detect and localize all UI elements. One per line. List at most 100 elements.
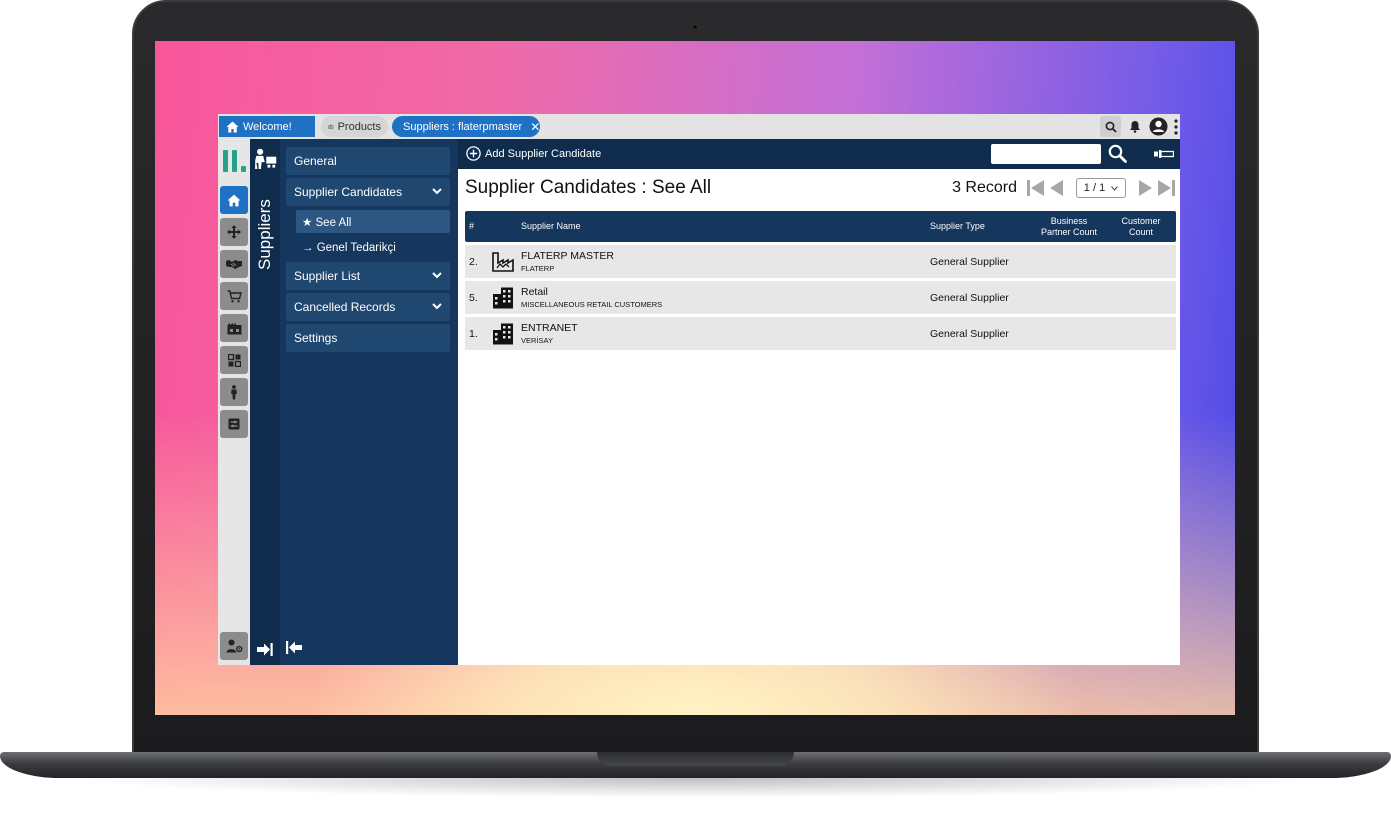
- more-vertical-icon: [1174, 118, 1178, 135]
- rail-warehouse-button[interactable]: [220, 314, 248, 342]
- filter-toggle-icon[interactable]: [1154, 148, 1174, 160]
- cart-icon: [227, 289, 242, 302]
- page-selector[interactable]: 1 / 1: [1076, 178, 1126, 198]
- supplier-name-cell: ENTRANET VERİSAY: [521, 317, 578, 350]
- header-text: Partner Count: [1040, 226, 1098, 237]
- main-content: Add Supplier Candidate Supplier Candidat…: [458, 139, 1180, 665]
- table-row[interactable]: 1. ENTRANET VERİSAY General Supplier: [465, 317, 1176, 350]
- prev-page-icon[interactable]: [1048, 180, 1064, 196]
- module-strip: Suppliers: [250, 139, 280, 665]
- first-page-icon[interactable]: [1027, 180, 1044, 196]
- table-header: # Supplier Name Supplier Type Business P…: [465, 211, 1176, 242]
- rail-partners-button[interactable]: [220, 250, 248, 278]
- plus-circle-icon: [466, 146, 481, 161]
- header-supplier-type[interactable]: Supplier Type: [930, 211, 985, 242]
- nav-label: Cancelled Records: [294, 300, 396, 314]
- rail-move-button[interactable]: [220, 218, 248, 246]
- nav-label: General: [294, 154, 337, 168]
- expand-icon[interactable]: [257, 643, 273, 656]
- notifications-button[interactable]: [1124, 116, 1145, 137]
- table-row[interactable]: 2. FLATERP MASTER FLATERP General Suppli…: [465, 245, 1176, 278]
- tab-welcome[interactable]: Welcome!: [219, 116, 315, 137]
- home-icon: [227, 194, 241, 206]
- more-menu-button[interactable]: [1172, 116, 1180, 137]
- building-icon: [492, 317, 514, 350]
- grid-icon: [227, 353, 241, 367]
- add-supplier-candidate-button[interactable]: Add Supplier Candidate: [466, 146, 601, 161]
- main-toolbar: Add Supplier Candidate: [458, 139, 1180, 169]
- supplier-name-cell: Retail MISCELLANEOUS RETAIL CUSTOMERS: [521, 281, 662, 314]
- tab-suppliers[interactable]: Suppliers : flaterpmaster ✕: [392, 116, 540, 137]
- supplier-name-cell: FLATERP MASTER FLATERP: [521, 245, 614, 278]
- global-search-button[interactable]: [1100, 116, 1121, 137]
- nav-general[interactable]: General: [286, 147, 450, 175]
- laptop-notch: [597, 752, 794, 766]
- nav-see-all[interactable]: ★ See All: [296, 210, 450, 233]
- header-text: Business: [1050, 215, 1088, 226]
- rail-person-button[interactable]: [220, 378, 248, 406]
- table-row[interactable]: 5. Retail MISCELLANEOUS RETAIL CUSTOMERS…: [465, 281, 1176, 314]
- suppliers-table: # Supplier Name Supplier Type Business P…: [465, 211, 1176, 350]
- supplier-icon: [255, 148, 277, 169]
- module-title: Suppliers: [255, 199, 274, 270]
- user-gear-icon: [226, 639, 242, 653]
- search-input[interactable]: [991, 144, 1101, 164]
- nav-label: → Genel Tedarikçi: [302, 241, 396, 254]
- close-icon[interactable]: ✕: [530, 120, 540, 134]
- header-text: Count: [1128, 226, 1154, 237]
- move-arrows-icon: [227, 225, 241, 239]
- rail-settings-button[interactable]: [220, 410, 248, 438]
- sliders-icon: [228, 418, 240, 430]
- nav-panel: General Supplier Candidates ★ See All → …: [280, 139, 458, 665]
- rail-cart-button[interactable]: [220, 282, 248, 310]
- rail-home-button[interactable]: [220, 186, 248, 214]
- handshake-icon: [226, 260, 242, 269]
- page-selector-value: 1 / 1: [1083, 182, 1106, 194]
- rail-dashboard-button[interactable]: [220, 346, 248, 374]
- bell-icon: [1129, 121, 1140, 133]
- warehouse-icon: [227, 322, 241, 334]
- top-right-icons: [1100, 116, 1180, 137]
- business-partner-count: [1033, 317, 1105, 350]
- business-partner-count: [1033, 245, 1105, 278]
- header-text: Customer: [1121, 215, 1161, 226]
- rail-user-settings-button[interactable]: [220, 632, 248, 660]
- tab-bar: Welcome! Products Suppliers : flaterpmas…: [218, 114, 1180, 139]
- next-page-icon[interactable]: [1138, 180, 1154, 196]
- customer-count: [1113, 245, 1169, 278]
- supplier-name: FLATERP MASTER: [521, 250, 614, 262]
- supplier-subname: FLATERP: [521, 264, 555, 273]
- nav-settings[interactable]: Settings: [286, 324, 450, 352]
- search-icon: [1105, 121, 1117, 133]
- nav-label: Supplier Candidates: [294, 185, 403, 199]
- collapse-icon[interactable]: [286, 641, 302, 654]
- nav-genel-tedarikci[interactable]: → Genel Tedarikçi: [296, 236, 450, 259]
- add-label: Add Supplier Candidate: [485, 147, 602, 160]
- home-icon: [226, 121, 239, 132]
- supplier-type: General Supplier: [930, 327, 1009, 340]
- nav-label: Supplier List: [294, 269, 361, 283]
- person-icon: [231, 384, 237, 399]
- row-index: 5.: [469, 291, 478, 304]
- last-page-icon[interactable]: [1158, 180, 1175, 196]
- tab-label: Products: [337, 120, 381, 133]
- nav-supplier-candidates[interactable]: Supplier Candidates: [286, 178, 450, 206]
- chevron-down-icon: [432, 303, 442, 310]
- nav-cancelled-records[interactable]: Cancelled Records: [286, 293, 450, 321]
- supplier-subname: VERİSAY: [521, 336, 553, 345]
- chevron-down-icon: [432, 188, 442, 195]
- header-business-partner-count[interactable]: Business Partner Count: [1033, 211, 1105, 242]
- nav-supplier-list[interactable]: Supplier List: [286, 262, 450, 290]
- header-customer-count[interactable]: Customer Count: [1113, 211, 1169, 242]
- search-icon[interactable]: [1108, 144, 1127, 163]
- app-logo: [223, 150, 246, 172]
- header-index[interactable]: #: [469, 211, 474, 242]
- account-button[interactable]: [1148, 116, 1169, 137]
- user-circle-icon: [1149, 117, 1168, 136]
- basket-icon: [328, 124, 334, 129]
- tab-products[interactable]: Products: [321, 116, 388, 137]
- factory-icon: [492, 245, 514, 278]
- nav-label: ★ See All: [302, 216, 352, 229]
- customer-count: [1113, 281, 1169, 314]
- header-supplier-name[interactable]: Supplier Name: [521, 211, 581, 242]
